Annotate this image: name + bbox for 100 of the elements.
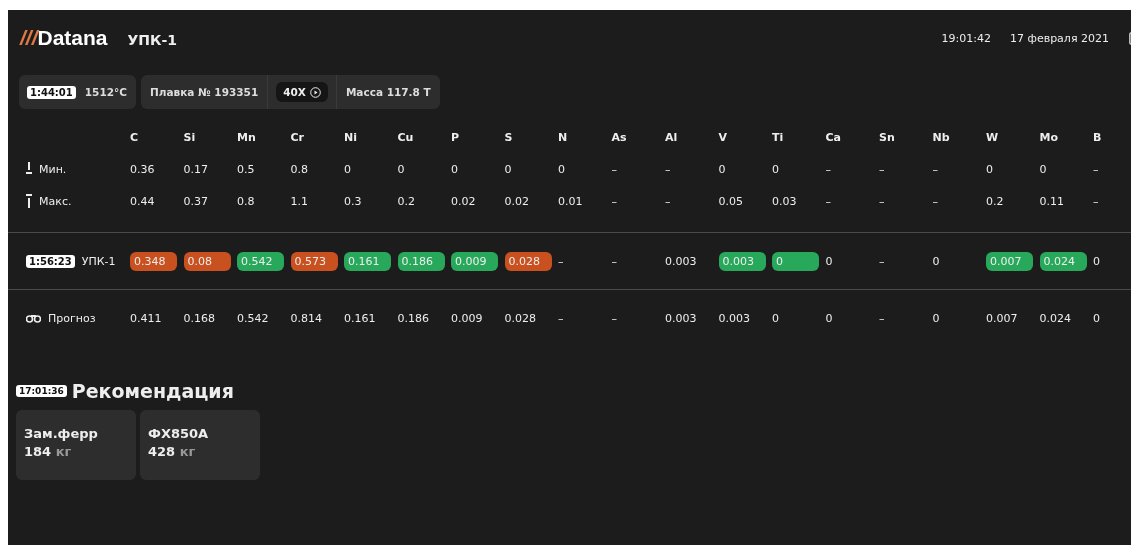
material-amount: 428 кг [148,444,197,459]
row-label: Макс. [39,194,72,208]
table-cell: 0 [772,162,779,176]
unit-title: УПК-1 [127,31,178,48]
table-cell: 0 [932,254,940,268]
table-cell: 0.2 [397,194,415,208]
column-header: C [130,129,140,146]
section-title: Рекомендация [71,380,234,402]
table-cell: 0.44 [130,194,155,208]
table-cell: 0 [397,162,405,176]
column-header: Mn [237,129,257,146]
table-cell: – [611,311,617,325]
timer: 17:01:36 [16,385,67,397]
table-cell: – [879,194,885,208]
table-cell: 0.814 [290,311,322,325]
table-cell: 0.028 [504,311,536,325]
table-cell: – [611,194,617,208]
table-cell: – [879,162,885,176]
value-badge: 0.007 [986,251,1033,271]
table-cell: 0.161 [344,311,376,325]
mass: Масса 117.8 Т [344,86,432,98]
play-icon [309,86,321,98]
column-header: Ni [344,129,358,146]
maximum-icon [26,194,32,208]
column-header: Mo [1039,129,1059,146]
table-cell: 0.411 [130,311,162,325]
table-cell: 0 [1093,254,1100,268]
logo: ///Datana [20,26,108,50]
value-badge: 0.161 [344,251,391,271]
table-cell: – [558,311,564,325]
table-cell: 0.542 [237,311,269,325]
table-cell: – [825,194,831,208]
table-cell: 0 [1039,162,1047,176]
column-header: B [1093,129,1103,146]
table-cell: 0.003 [718,311,750,325]
table-cell: 0 [932,311,940,325]
table-cell: 0.3 [344,194,362,208]
table-cell: 0 [504,162,512,176]
material-name: ФХ850А [148,426,210,441]
table-cell: – [611,162,617,176]
column-header: W [986,129,1000,146]
table-cell: 0.11 [1039,194,1064,208]
table-cell: – [932,194,938,208]
table-cell: 0.36 [130,162,155,176]
table-cell: 0.02 [451,194,476,208]
table-cell: 0.5 [237,162,255,176]
grade-button[interactable]: 40X [276,82,328,102]
material-amount: 184 кг [24,444,73,459]
table-cell: 0.03 [772,194,797,208]
value-badge: 0.024 [1039,251,1087,271]
material-name: Зам.ферр [24,426,99,441]
table-cell: 0.003 [665,311,697,325]
table-cell: – [558,254,564,268]
row-label: Прогноз [48,311,96,325]
column-header: Ca [825,129,842,146]
table-cell: 0 [718,162,726,176]
table-cell: – [879,254,885,268]
value-badge: 0.08 [183,251,231,271]
column-header: S [504,129,514,146]
table-cell: 0 [986,162,993,176]
column-header: Sn [879,129,896,146]
table-cell: – [879,311,885,325]
value-badge: 0 [772,251,819,271]
table-cell: – [825,162,831,176]
row-label: Мин. [39,162,67,176]
column-header: P [451,129,461,146]
table-cell: 0.024 [1039,311,1071,325]
table-cell: – [611,254,617,268]
table-cell: 0.007 [986,311,1018,325]
column-header: Ti [772,129,785,146]
table-cell: 0.003 [665,254,697,268]
clock: 19:01:42 [941,31,991,45]
table-cell: – [1093,194,1099,208]
heat-number: Плавка № 193351 [149,86,260,98]
table-cell: 0 [451,162,458,176]
column-header: Al [665,129,679,146]
binoculars-icon [26,313,41,323]
column-header: As [611,129,628,146]
table-cell: 0 [825,311,833,325]
value-badge: 0.028 [504,251,552,271]
value-badge: 0.186 [397,251,445,271]
table-cell: – [1093,162,1099,176]
timer: 1:56:23 [26,254,75,268]
table-cell: 0.186 [397,311,429,325]
table-cell: 0.02 [504,194,529,208]
table-cell: 0.37 [183,194,208,208]
table-cell: – [665,162,671,176]
column-header: Nb [932,129,951,146]
table-cell: – [665,194,671,208]
value-badge: 0.573 [290,251,338,271]
table-cell: 0.05 [718,194,743,208]
value-badge: 0.542 [237,251,284,271]
table-cell: 0 [772,311,779,325]
table-cell: 0.8 [290,162,308,176]
column-header: V [718,129,728,146]
value-badge: 0.348 [130,251,177,271]
row-label: УПК-1 [81,254,116,268]
column-header: Cu [397,129,415,146]
value-badge: 0.003 [718,251,766,271]
date: 17 февраля 2021 [1010,31,1109,45]
